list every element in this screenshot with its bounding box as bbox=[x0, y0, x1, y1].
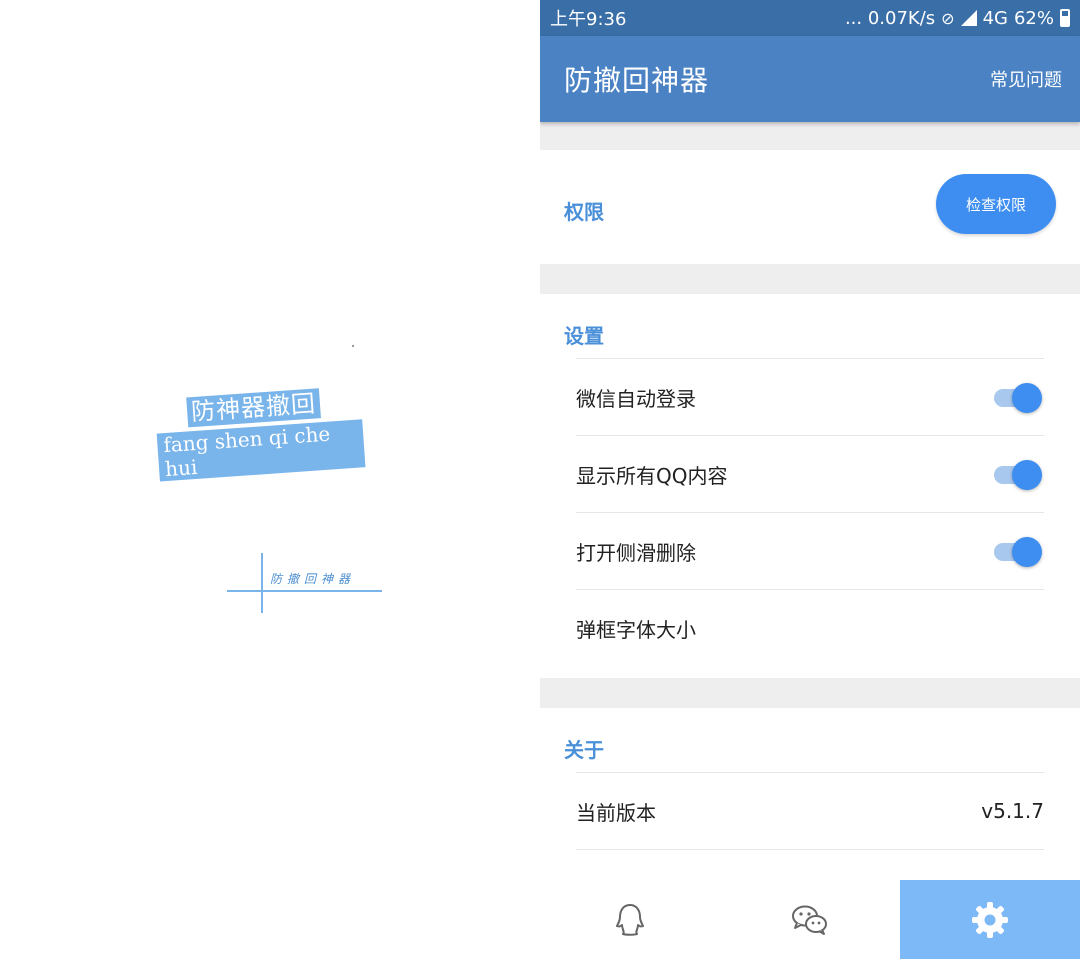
status-bar: 上午9:36 ... 0.07K/s ⊘ 4G 62% bbox=[540, 0, 1080, 36]
gear-icon bbox=[972, 901, 1008, 938]
splash-screen: 防神器撤回 fang shen qi che hui 防撤回神器 bbox=[0, 0, 540, 959]
setting-label: 显示所有QQ内容 bbox=[576, 463, 728, 488]
settings-card: 设置 微信自动登录 显示所有QQ内容 打开侧滑删除 弹框字体大小 bbox=[540, 294, 1080, 678]
watermark-vertical-line bbox=[261, 553, 263, 613]
nav-tab-wechat[interactable] bbox=[720, 880, 900, 959]
network-type: 4G bbox=[982, 7, 1008, 29]
wechat-auto-login-toggle[interactable] bbox=[994, 383, 1044, 413]
app-title: 防撤回神器 bbox=[564, 64, 710, 97]
alarm-off-icon: ⊘ bbox=[941, 8, 955, 28]
network-speed: ... 0.07K/s bbox=[844, 7, 936, 29]
toggle-thumb bbox=[1012, 383, 1042, 413]
setting-row-show-all-qq[interactable]: 显示所有QQ内容 bbox=[576, 435, 1044, 512]
about-divider bbox=[576, 849, 1044, 880]
watermark-text: 防撤回神器 bbox=[270, 572, 356, 586]
watermark-horizontal-line bbox=[227, 590, 382, 592]
settings-title: 设置 bbox=[564, 324, 604, 348]
wechat-icon bbox=[792, 905, 827, 935]
qq-icon bbox=[616, 903, 644, 936]
setting-row-dialog-font-size[interactable]: 弹框字体大小 bbox=[576, 589, 1044, 666]
app-bar: 防撤回神器 常见问题 bbox=[540, 36, 1080, 122]
battery-icon bbox=[1060, 9, 1070, 27]
toggle-thumb bbox=[1012, 460, 1042, 490]
check-permissions-button[interactable]: 检查权限 bbox=[936, 174, 1056, 234]
about-card: 关于 当前版本 v5.1.7 bbox=[540, 708, 1080, 880]
logo-chinese-text: 防神器撤回 bbox=[186, 388, 321, 428]
app-screen: 上午9:36 ... 0.07K/s ⊘ 4G 62% 防撤回神器 常见问题 权… bbox=[540, 0, 1080, 959]
faq-button[interactable]: 常见问题 bbox=[990, 66, 1062, 92]
status-time: 上午9:36 bbox=[550, 9, 627, 30]
speck bbox=[352, 345, 354, 347]
setting-label: 打开侧滑删除 bbox=[576, 540, 696, 565]
toggle-thumb bbox=[1012, 537, 1042, 567]
signal-icon bbox=[960, 10, 977, 26]
battery-percent: 62% bbox=[1013, 7, 1054, 29]
permissions-card: 权限 检查权限 bbox=[540, 150, 1080, 264]
splash-logo: 防神器撤回 fang shen qi che hui bbox=[150, 381, 366, 482]
show-all-qq-toggle[interactable] bbox=[994, 460, 1044, 490]
setting-label: 微信自动登录 bbox=[576, 386, 696, 411]
setting-row-wechat-auto-login[interactable]: 微信自动登录 bbox=[576, 358, 1044, 435]
swipe-delete-toggle[interactable] bbox=[994, 537, 1044, 567]
version-value: v5.1.7 bbox=[981, 799, 1044, 823]
about-title: 关于 bbox=[564, 738, 604, 762]
nav-tab-qq[interactable] bbox=[540, 880, 720, 959]
permissions-title: 权限 bbox=[564, 200, 604, 224]
version-row: 当前版本 v5.1.7 bbox=[576, 772, 1044, 849]
version-label: 当前版本 bbox=[576, 800, 656, 825]
status-indicators: ... 0.07K/s ⊘ 4G 62% bbox=[845, 8, 1070, 29]
bottom-nav bbox=[540, 880, 1080, 959]
setting-label: 弹框字体大小 bbox=[576, 617, 696, 642]
logo-pinyin-text: fang shen qi che hui bbox=[156, 419, 366, 482]
setting-row-swipe-delete[interactable]: 打开侧滑删除 bbox=[576, 512, 1044, 589]
nav-tab-settings[interactable] bbox=[900, 880, 1080, 959]
